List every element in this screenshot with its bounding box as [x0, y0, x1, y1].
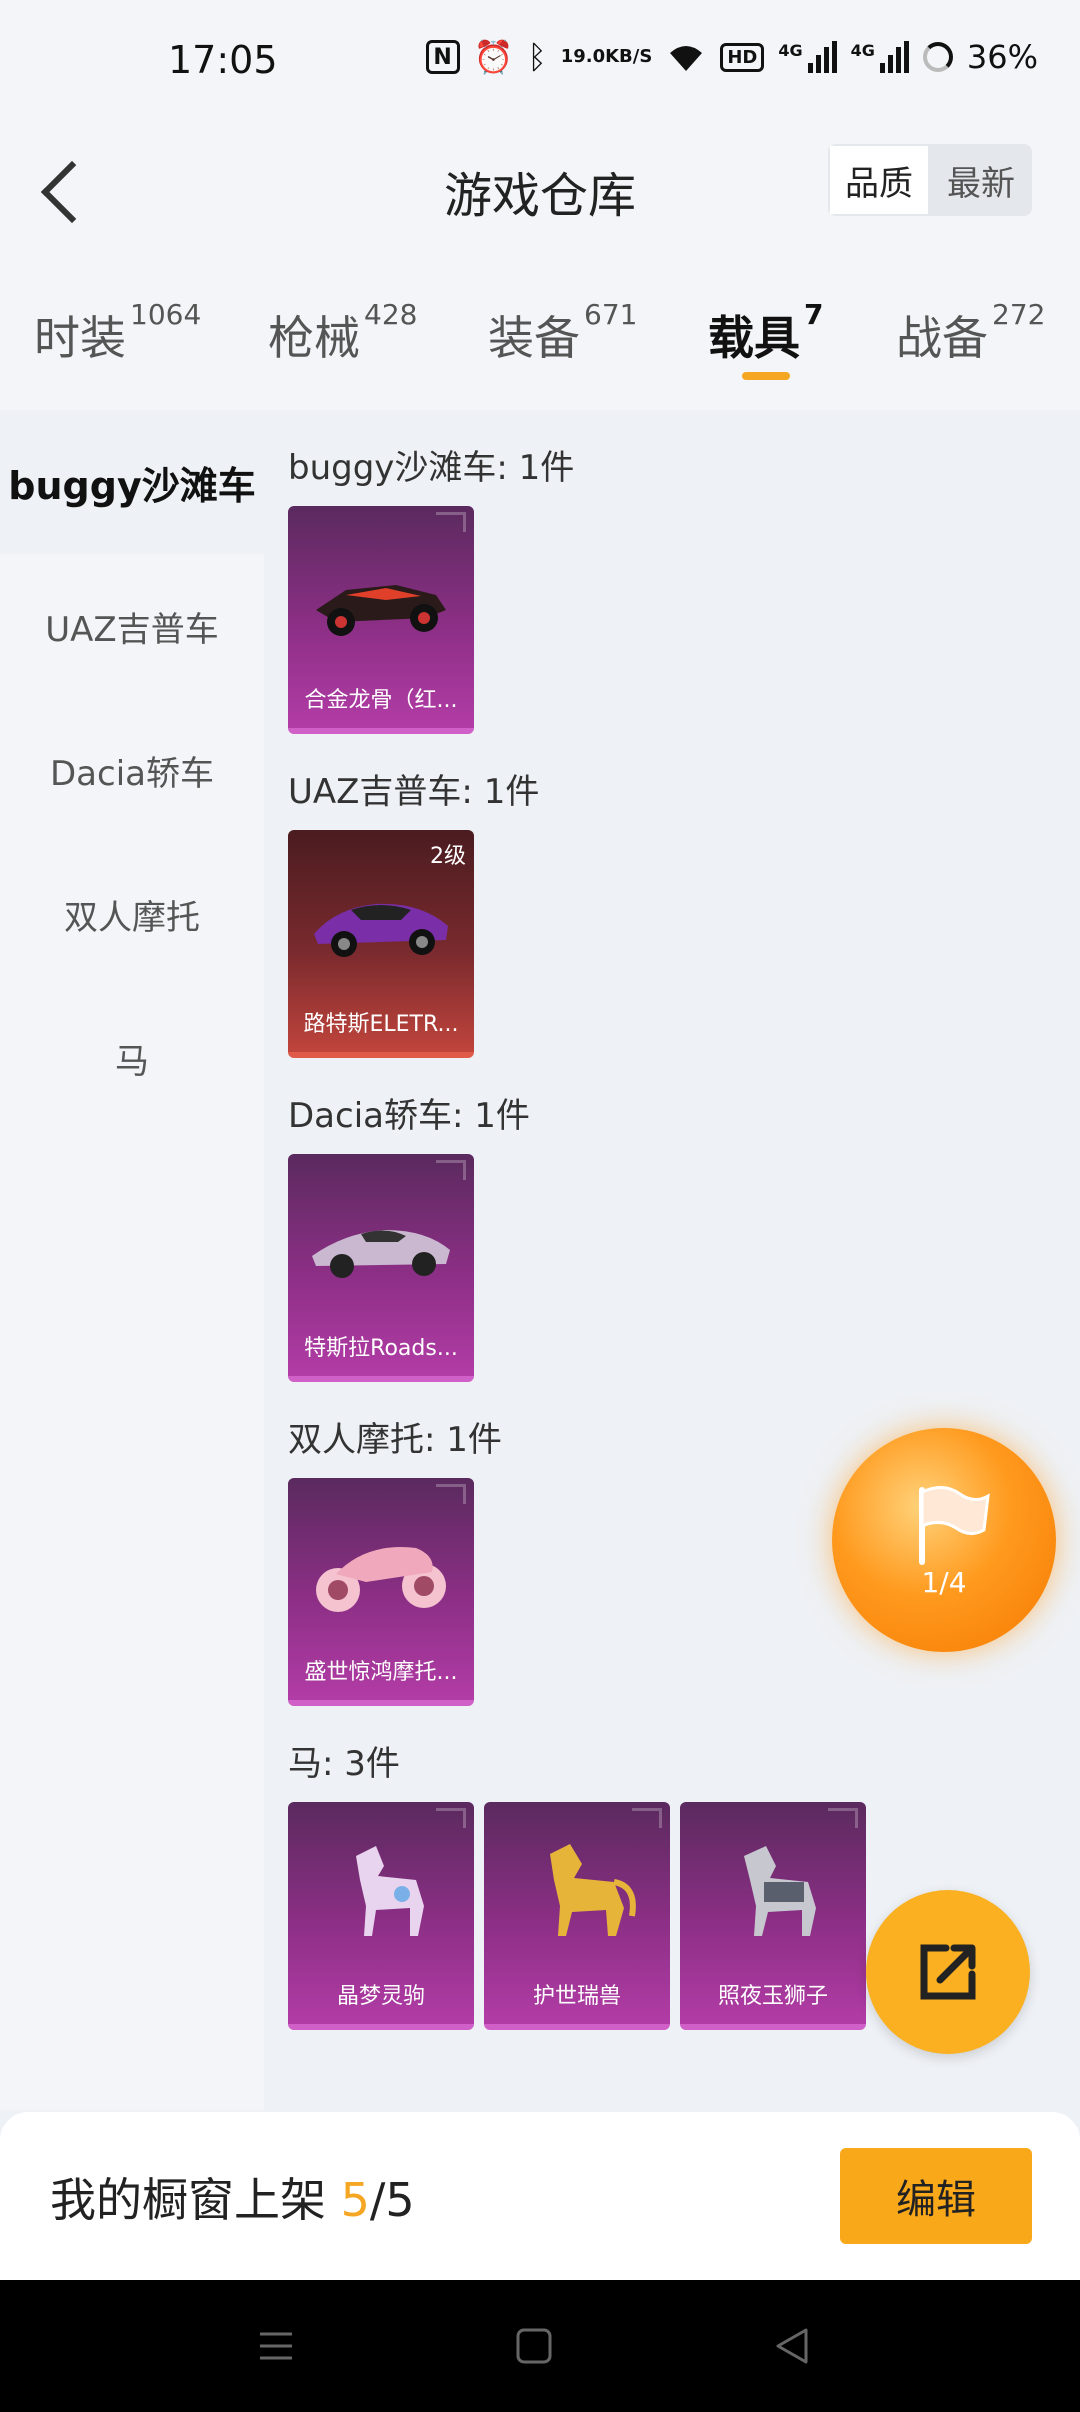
- battery-level: 36%: [966, 38, 1038, 76]
- tab-equipment[interactable]: 装备 671: [488, 298, 637, 368]
- tab-count: 671: [584, 298, 638, 331]
- network-speed: 19.0 KB/S: [561, 48, 653, 66]
- sidebar-item-horse[interactable]: 马: [0, 986, 264, 1130]
- share-button[interactable]: [866, 1890, 1030, 2054]
- section-title: 马: 3件: [288, 1744, 400, 1784]
- motorcycle-icon: [316, 1547, 446, 1612]
- system-nav-bar: [0, 2280, 1080, 2412]
- sort-quality-button[interactable]: 品质: [828, 144, 930, 216]
- item-card[interactable]: 2级 路特斯ELETR...: [288, 830, 474, 1058]
- wifi-icon: [666, 41, 706, 73]
- item-name: 路特斯ELETR...: [303, 1012, 459, 1037]
- crystal-horse-icon: [356, 1846, 424, 1936]
- bluetooth-icon: ᛒ: [527, 38, 547, 76]
- item-card[interactable]: 护世瑞兽: [484, 1802, 670, 2030]
- item-name: 合金龙骨（红...: [304, 688, 458, 713]
- orb-progress: 1/4: [921, 1566, 967, 1599]
- card-corner: [436, 1484, 466, 1504]
- item-card[interactable]: 晶梦灵驹: [288, 1802, 474, 2030]
- header: 游戏仓库 品质 最新: [0, 126, 1080, 258]
- alarm-icon: ⏰: [473, 38, 514, 76]
- tab-guns[interactable]: 枪械 428: [268, 298, 417, 368]
- item-list[interactable]: buggy沙滩车: 1件 合金龙骨（红... UAZ吉普车: 1件 2级 路特斯…: [264, 410, 1080, 2110]
- task-progress-orb[interactable]: 1/4: [832, 1428, 1056, 1652]
- speed-unit: KB/S: [605, 46, 653, 67]
- tab-active-indicator: [742, 372, 790, 380]
- share-icon: [920, 1944, 976, 2000]
- item-card[interactable]: 特斯拉Roads...: [288, 1154, 474, 1382]
- tab-vehicles[interactable]: 载具 7: [708, 298, 823, 380]
- item-name: 照夜玉狮子: [717, 1984, 828, 2009]
- section-title: buggy沙滩车: 1件: [288, 448, 575, 488]
- flag-icon: [919, 1486, 990, 1565]
- battery-icon: [922, 42, 953, 72]
- item-name: 晶梦灵驹: [336, 1984, 425, 2009]
- showcase-total: 5: [385, 2173, 415, 2227]
- category-tabs: 时装 1064 枪械 428 装备 671 载具 7 战备 272: [0, 258, 1080, 410]
- nfc-icon: N: [425, 40, 460, 74]
- item-card[interactable]: 合金龙骨（红...: [288, 506, 474, 734]
- item-name: 特斯拉Roads...: [304, 1336, 458, 1361]
- showcase-label: 我的橱窗上架 5/5: [50, 2164, 415, 2230]
- item-card[interactable]: 照夜玉狮子: [680, 1802, 866, 2030]
- sports-car-icon: [314, 903, 448, 957]
- card-corner: [436, 1160, 466, 1180]
- tab-label: 时装: [34, 311, 126, 365]
- tab-label: 战备: [896, 311, 988, 365]
- showcase-separator: /: [369, 2173, 386, 2227]
- back-nav-icon[interactable]: [772, 2326, 812, 2366]
- item-name: 护世瑞兽: [532, 1984, 621, 2009]
- card-corner: [436, 512, 466, 532]
- roadster-car-icon: [312, 1230, 450, 1278]
- tab-battle-gear[interactable]: 战备 272: [896, 298, 1045, 368]
- sidebar-item-buggy[interactable]: buggy沙滩车: [0, 410, 264, 554]
- tab-count: 7: [804, 298, 824, 331]
- edit-button[interactable]: 编辑: [840, 2148, 1032, 2244]
- section-title: Dacia轿车: 1件: [288, 1096, 530, 1136]
- showcase-bar: 我的橱窗上架 5/5 编辑: [0, 2112, 1080, 2280]
- status-time: 17:05: [168, 38, 278, 82]
- tab-count: 1064: [130, 298, 202, 331]
- section-title: 双人摩托: 1件: [288, 1420, 502, 1460]
- sort-newest-button[interactable]: 最新: [930, 144, 1032, 216]
- hd-icon: HD: [720, 42, 765, 72]
- section-title: UAZ吉普车: 1件: [288, 772, 540, 812]
- card-corner: [436, 1808, 466, 1828]
- armored-horse-icon: [744, 1846, 816, 1936]
- signal-icon-2: 4G: [851, 41, 909, 73]
- vehicle-type-sidebar: buggy沙滩车 UAZ吉普车 Dacia轿车 双人摩托 马: [0, 410, 264, 2110]
- card-corner: [828, 1808, 858, 1828]
- status-bar: 17:05 N ⏰ ᛒ 19.0 KB/S HD 4G 4G 36%: [0, 0, 1080, 126]
- tab-count: 428: [364, 298, 418, 331]
- tab-label: 枪械: [268, 311, 360, 365]
- item-card[interactable]: 盛世惊鸿摩托...: [288, 1478, 474, 1706]
- golden-beast-icon: [550, 1844, 636, 1936]
- sidebar-item-dacia[interactable]: Dacia轿车: [0, 698, 264, 842]
- buggy-car-icon: [316, 585, 446, 636]
- tab-fashion[interactable]: 时装 1064: [34, 298, 201, 368]
- menu-icon[interactable]: [256, 2326, 296, 2366]
- showcase-text: 我的橱窗上架: [50, 2173, 341, 2227]
- tab-count: 272: [992, 298, 1046, 331]
- speed-value: 19.0: [560, 46, 606, 67]
- sidebar-item-uaz[interactable]: UAZ吉普车: [0, 554, 264, 698]
- tab-label: 装备: [488, 311, 580, 365]
- item-name: 盛世惊鸿摩托...: [304, 1660, 458, 1685]
- sidebar-item-motorcycle[interactable]: 双人摩托: [0, 842, 264, 986]
- showcase-current: 5: [340, 2173, 370, 2227]
- card-corner: [632, 1808, 662, 1828]
- tab-label: 载具: [708, 311, 800, 365]
- home-icon[interactable]: [514, 2326, 554, 2366]
- sort-toggle: 品质 最新: [828, 144, 1032, 216]
- status-icons: N ⏰ ᛒ 19.0 KB/S HD 4G 4G 36%: [425, 38, 1038, 76]
- signal-icon-1: 4G: [778, 41, 837, 73]
